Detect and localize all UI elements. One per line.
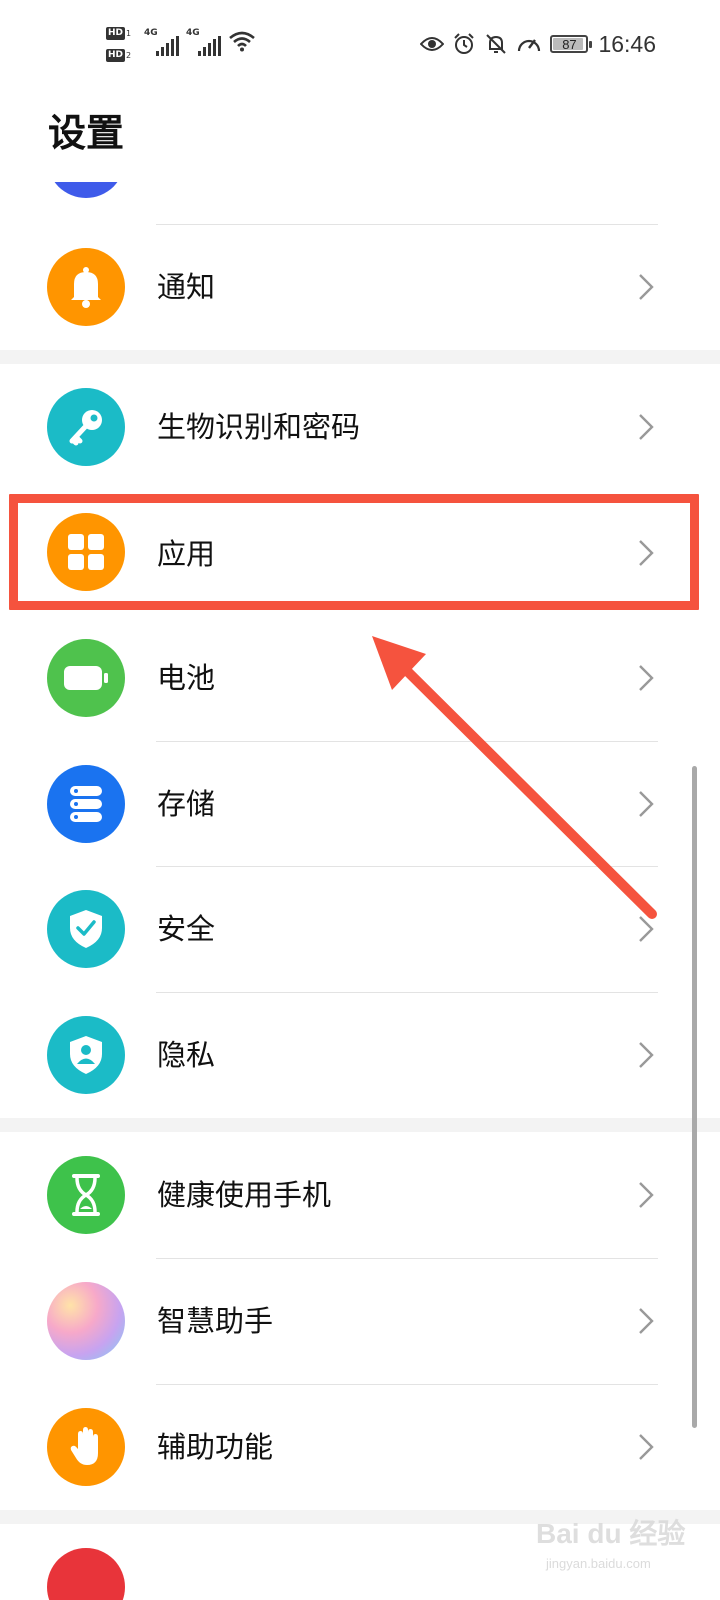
chevron-right-icon [639, 414, 654, 440]
settings-item-privacy[interactable]: 隐私 [0, 1000, 700, 1110]
battery-icon [47, 639, 125, 717]
speed-gauge-icon [516, 33, 542, 55]
settings-item-label: 通知 [157, 270, 216, 304]
assistant-icon [47, 1282, 125, 1360]
settings-item-accessibility[interactable]: 辅助功能 [0, 1392, 700, 1502]
watermark-logo: Bai du 经验 [536, 1518, 686, 1549]
settings-item-battery[interactable]: 电池 [0, 623, 700, 733]
chevron-right-icon [639, 1182, 654, 1208]
network-type: 4G [186, 28, 200, 38]
settings-item-security[interactable]: 安全 [0, 874, 700, 984]
hand-icon [47, 1408, 125, 1486]
hourglass-icon [47, 1156, 125, 1234]
divider [156, 992, 658, 993]
privacy-shield-icon [47, 1016, 125, 1094]
scrollbar[interactable] [692, 766, 697, 1428]
battery-indicator: 87 [550, 35, 593, 53]
partial-item-icon [47, 1548, 125, 1600]
highlight-box [9, 494, 699, 610]
silent-bell-icon [484, 32, 508, 56]
settings-item-digital-balance[interactable]: 健康使用手机 [0, 1140, 700, 1250]
network-type: 4G [144, 28, 158, 38]
settings-item-storage[interactable]: 存储 [0, 749, 700, 859]
key-icon [47, 388, 125, 466]
chevron-right-icon [639, 1042, 654, 1068]
wifi-icon [229, 31, 255, 52]
settings-item-label: 智慧助手 [157, 1304, 274, 1338]
chevron-right-icon [639, 274, 654, 300]
settings-item-label: 健康使用手机 [157, 1178, 332, 1212]
hd-badge: HD [106, 27, 126, 40]
hd-voice-indicators: HD 1 HD 2 [106, 24, 140, 66]
storage-icon [47, 765, 125, 843]
settings-item-label: 电池 [157, 661, 216, 695]
chevron-right-icon [639, 1308, 654, 1334]
settings-item-label: 安全 [157, 912, 216, 946]
settings-item-label: 隐私 [157, 1038, 216, 1072]
page-title: 设置 [48, 111, 125, 155]
chevron-right-icon [639, 916, 654, 942]
section-gap [0, 350, 720, 364]
shield-check-icon [47, 890, 125, 968]
sim-number: 1 [126, 29, 132, 38]
chevron-right-icon [639, 1434, 654, 1460]
divider [156, 1258, 658, 1259]
divider [156, 224, 658, 225]
status-bar: HD 1 HD 2 4G 4G 87 16:46 [0, 0, 720, 90]
divider [156, 741, 658, 742]
bell-icon [47, 248, 125, 326]
hd-badge: HD [106, 49, 126, 62]
watermark-url: jingyan.baidu.com [546, 1556, 651, 1571]
settings-item-biometrics-password[interactable]: 生物识别和密码 [0, 372, 700, 482]
eye-comfort-icon [420, 35, 445, 53]
watermark: Bai du 经验 jingyan.baidu.com [536, 1512, 685, 1582]
section-gap [0, 1118, 720, 1132]
chevron-right-icon [639, 791, 654, 817]
settings-item-label: 辅助功能 [157, 1430, 274, 1464]
settings-item-label: 存储 [157, 787, 216, 821]
settings-item-label: 生物识别和密码 [157, 410, 361, 444]
settings-item-smart-assistant[interactable]: 智慧助手 [0, 1266, 700, 1376]
chevron-right-icon [639, 665, 654, 691]
battery-level: 87 [562, 36, 577, 52]
status-right-group: 87 16:46 [420, 30, 656, 58]
settings-item-notifications[interactable]: 通知 [0, 232, 700, 342]
alarm-icon [452, 32, 476, 56]
divider [156, 866, 658, 867]
sim-number: 2 [126, 51, 132, 60]
divider [156, 1384, 658, 1385]
clock: 16:46 [598, 30, 656, 57]
